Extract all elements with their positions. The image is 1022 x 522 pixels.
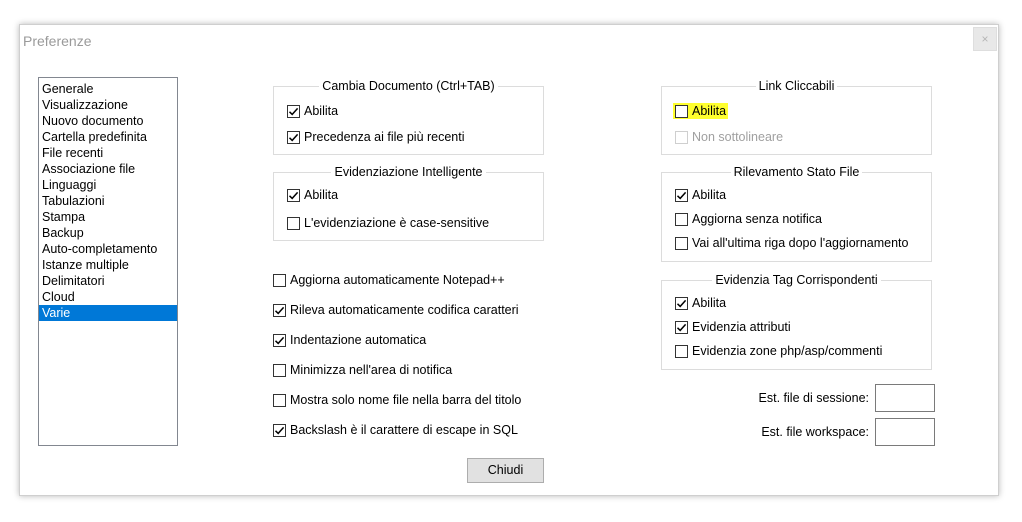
session-ext-label: Est. file di sessione:	[758, 391, 869, 405]
checkbox-label: Rileva automaticamente codifica caratter…	[290, 303, 519, 317]
checkbox-label: Evidenzia zone php/asp/commenti	[692, 344, 883, 358]
highlight-php-zones-checkbox[interactable]: Evidenzia zone php/asp/commenti	[675, 342, 882, 360]
category-list[interactable]: Generale Visualizzazione Nuovo documento…	[38, 77, 178, 446]
highlight-attributes-checkbox[interactable]: Evidenzia attributi	[675, 318, 791, 336]
checkbox-box[interactable]	[675, 104, 688, 118]
checkbox-box[interactable]	[273, 423, 286, 437]
smart-highlight-group: Evidenziazione Intelligente Abilita L'ev…	[273, 165, 544, 241]
checkbox-label: Non sottolineare	[692, 130, 784, 144]
backslash-sql-checkbox[interactable]: Backslash è il carattere di escape in SQ…	[273, 421, 518, 439]
checkbox-label: Aggiorna automaticamente Notepad++	[290, 273, 505, 287]
checkbox-box[interactable]	[675, 236, 688, 250]
category-item-generale[interactable]: Generale	[39, 81, 177, 97]
checkbox-label: Backslash è il carattere di escape in SQ…	[290, 423, 518, 437]
clickable-links-title: Link Cliccabili	[755, 79, 838, 93]
category-item-cloud[interactable]: Cloud	[39, 289, 177, 305]
checkbox-box[interactable]	[273, 303, 286, 317]
session-ext-input[interactable]	[875, 384, 935, 412]
category-item-linguaggi[interactable]: Linguaggi	[39, 177, 177, 193]
close-icon[interactable]: ×	[973, 27, 997, 51]
auto-detect-encoding-checkbox[interactable]: Rileva automaticamente codifica caratter…	[273, 301, 519, 319]
category-item-varie[interactable]: Varie	[39, 305, 177, 321]
checkbox-box[interactable]	[287, 130, 300, 144]
checkbox-box[interactable]	[675, 188, 688, 202]
highlight-marker: Abilita	[673, 103, 729, 119]
file-status-group: Rilevamento Stato File Abilita Aggiorna …	[661, 165, 932, 262]
file-status-title: Rilevamento Stato File	[730, 165, 863, 179]
dialog-title: Preferenze	[23, 33, 92, 49]
category-item-cartella-predefinita[interactable]: Cartella predefinita	[39, 129, 177, 145]
checkbox-label: Abilita	[304, 104, 339, 118]
checkbox-box[interactable]	[675, 296, 688, 310]
doc-switcher-group: Cambia Documento (Ctrl+TAB) Abilita Prec…	[273, 79, 544, 155]
checkbox-box[interactable]	[273, 363, 286, 377]
clickable-links-enable-checkbox[interactable]: Abilita	[673, 102, 729, 120]
checkbox-label: Minimizza nell'area di notifica	[290, 363, 453, 377]
checkbox-box[interactable]	[273, 393, 286, 407]
category-item-visualizzazione[interactable]: Visualizzazione	[39, 97, 177, 113]
category-item-istanze-multiple[interactable]: Istanze multiple	[39, 257, 177, 273]
category-item-delimitatori[interactable]: Delimitatori	[39, 273, 177, 289]
clickable-links-group: Link Cliccabili Abilita Non sottolineare	[661, 79, 932, 155]
checkbox-label: Abilita	[304, 188, 339, 202]
auto-update-checkbox[interactable]: Aggiorna automaticamente Notepad++	[273, 271, 505, 289]
checkmark-icon	[274, 336, 285, 344]
minimize-to-tray-checkbox[interactable]: Minimizza nell'area di notifica	[273, 361, 452, 379]
category-item-backup[interactable]: Backup	[39, 225, 177, 241]
checkbox-box[interactable]	[675, 344, 688, 358]
no-underline-checkbox: Non sottolineare	[675, 128, 783, 146]
doc-switcher-enable-checkbox[interactable]: Abilita	[287, 102, 338, 120]
checkmark-icon	[676, 299, 687, 307]
checkmark-icon	[288, 191, 299, 199]
checkmark-icon	[676, 323, 687, 331]
category-item-auto-completamento[interactable]: Auto-completamento	[39, 241, 177, 257]
checkmark-icon	[288, 133, 299, 141]
checkbox-box[interactable]	[273, 333, 286, 347]
checkbox-box[interactable]	[287, 104, 300, 118]
short-title-checkbox[interactable]: Mostra solo nome file nella barra del ti…	[273, 391, 521, 409]
checkbox-label: Evidenzia attributi	[692, 320, 791, 334]
checkbox-box[interactable]	[675, 320, 688, 334]
checkbox-box	[675, 130, 688, 144]
tag-match-group: Evidenzia Tag Corrispondenti Abilita Evi…	[661, 273, 932, 370]
checkmark-icon	[274, 426, 285, 434]
category-item-associazione-file[interactable]: Associazione file	[39, 161, 177, 177]
checkbox-label: Vai all'ultima riga dopo l'aggiornamento	[692, 236, 909, 250]
checkbox-box[interactable]	[273, 273, 286, 287]
close-button[interactable]: Chiudi	[467, 458, 544, 483]
category-item-stampa[interactable]: Stampa	[39, 209, 177, 225]
smart-highlight-enable-checkbox[interactable]: Abilita	[287, 186, 338, 204]
checkbox-label: Indentazione automatica	[290, 333, 427, 347]
category-item-file-recenti[interactable]: File recenti	[39, 145, 177, 161]
smart-highlight-case-checkbox[interactable]: L'evidenziazione è case-sensitive	[287, 214, 489, 232]
tag-match-enable-checkbox[interactable]: Abilita	[675, 294, 726, 312]
checkbox-label: L'evidenziazione è case-sensitive	[304, 216, 490, 230]
goto-last-line-checkbox[interactable]: Vai all'ultima riga dopo l'aggiornamento	[675, 234, 908, 252]
doc-switcher-title: Cambia Documento (Ctrl+TAB)	[319, 79, 498, 93]
checkbox-box[interactable]	[287, 216, 300, 230]
workspace-ext-input[interactable]	[875, 418, 935, 446]
preferences-dialog: Preferenze × Generale Visualizzazione Nu…	[19, 24, 999, 496]
checkbox-label: Mostra solo nome file nella barra del ti…	[290, 393, 522, 407]
file-status-enable-checkbox[interactable]: Abilita	[675, 186, 726, 204]
checkbox-box[interactable]	[675, 212, 688, 226]
checkbox-label: Abilita	[692, 104, 727, 118]
doc-switcher-mru-checkbox[interactable]: Precedenza ai file più recenti	[287, 128, 465, 146]
auto-indent-checkbox[interactable]: Indentazione automatica	[273, 331, 426, 349]
tag-match-title: Evidenzia Tag Corrispondenti	[712, 273, 881, 287]
silent-update-checkbox[interactable]: Aggiorna senza notifica	[675, 210, 822, 228]
checkmark-icon	[288, 107, 299, 115]
workspace-ext-label: Est. file workspace:	[761, 425, 869, 439]
checkbox-label: Abilita	[692, 296, 727, 310]
category-item-tabulazioni[interactable]: Tabulazioni	[39, 193, 177, 209]
checkbox-label: Aggiorna senza notifica	[692, 212, 822, 226]
checkbox-label: Precedenza ai file più recenti	[304, 130, 465, 144]
category-item-nuovo-documento[interactable]: Nuovo documento	[39, 113, 177, 129]
checkmark-icon	[676, 191, 687, 199]
checkbox-label: Abilita	[692, 188, 727, 202]
smart-highlight-title: Evidenziazione Intelligente	[331, 165, 486, 179]
checkmark-icon	[274, 306, 285, 314]
checkbox-box[interactable]	[287, 188, 300, 202]
